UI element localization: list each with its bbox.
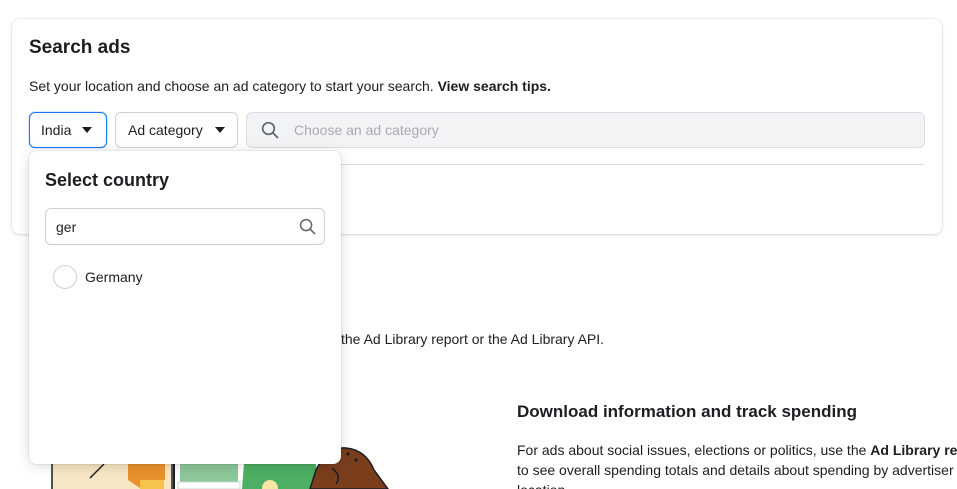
country-search-value: ger [56,218,77,235]
card-subtitle-text: Set your location and choose an ad categ… [29,78,434,94]
country-selector-value: India [41,122,72,138]
card-title: Search ads [29,37,131,58]
api-reference-text: the Ad Library report or the Ad Library … [341,331,605,347]
view-search-tips-link[interactable]: View search tips. [438,78,551,94]
section-text-line2: to see overall spending totals and detai… [517,462,954,478]
section-text-line3: location [517,480,957,489]
search-icon [261,121,279,139]
ad-category-value: Ad category [128,122,203,138]
country-search-input[interactable]: ger [45,208,325,245]
search-icon [299,218,316,235]
download-section-text: For ads about social issues, elections o… [517,440,957,489]
country-option-germany[interactable]: Germany [53,265,143,289]
card-subtitle: Set your location and choose an ad categ… [29,78,551,94]
divider [246,164,925,165]
dropdown-title: Select country [45,170,170,190]
ad-library-report-link[interactable]: Ad Library rep [870,442,957,458]
section-text-line1: For ads about social issues, elections o… [517,442,867,458]
country-selector-button[interactable]: India [29,112,107,148]
caret-down-icon [82,127,93,133]
ad-search-input[interactable]: Choose an ad category [246,112,925,148]
caret-down-icon [214,127,225,133]
download-section-title: Download information and track spending [517,402,858,421]
country-option-label: Germany [85,269,143,285]
country-dropdown: Select country ger Germany [29,151,341,464]
radio-unchecked-icon[interactable] [53,265,77,289]
ad-category-button[interactable]: Ad category [115,112,238,148]
ad-search-placeholder: Choose an ad category [294,122,439,138]
